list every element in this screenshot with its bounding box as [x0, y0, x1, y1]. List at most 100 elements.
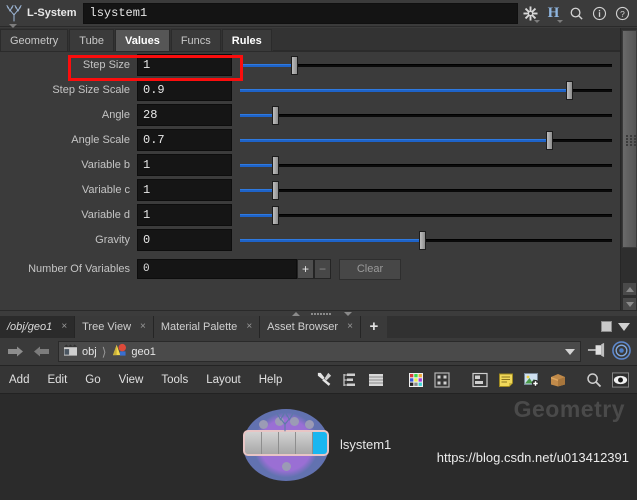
menu-tools[interactable]: Tools: [152, 366, 197, 394]
lsystem-tree-icon: [3, 2, 25, 28]
scroll-up-button[interactable]: [622, 282, 637, 296]
slider-thumb[interactable]: [545, 130, 553, 150]
node-body[interactable]: [243, 430, 329, 456]
menu-help[interactable]: Help: [250, 366, 292, 394]
search-icon[interactable]: [566, 3, 587, 24]
param-row-variable-d: Variable d 1: [0, 202, 620, 227]
param-slider-variable-d[interactable]: [240, 204, 612, 226]
param-row-angle-scale: Angle Scale 0.7: [0, 127, 620, 152]
grid-select-icon[interactable]: [431, 369, 453, 391]
tab-tube[interactable]: Tube: [69, 29, 114, 51]
pin-icon[interactable]: [587, 342, 606, 361]
slider-track: [240, 113, 612, 117]
search-icon[interactable]: [583, 369, 605, 391]
tab-funcs[interactable]: Funcs: [170, 29, 221, 51]
pane-tab-obj-geo1[interactable]: /obj/geo1 ×: [0, 315, 76, 338]
parameter-editor-pane: L-System lsystem1 H ? Geometry Tube Valu…: [0, 0, 637, 314]
param-slider-variable-c[interactable]: [240, 179, 612, 201]
breadcrumb-label: obj: [82, 345, 97, 358]
menu-view[interactable]: View: [110, 366, 153, 394]
number-of-variables-input[interactable]: 0: [137, 259, 297, 279]
operator-type-label: L-System: [27, 7, 77, 19]
target-icon[interactable]: [612, 340, 631, 363]
slider-thumb[interactable]: [272, 205, 280, 225]
back-arrow-icon[interactable]: [4, 341, 26, 363]
display-flag[interactable]: [313, 432, 327, 454]
param-input-step-size-scale[interactable]: 0.9: [137, 78, 232, 101]
package-icon[interactable]: [547, 369, 569, 391]
param-input-gravity[interactable]: 0: [137, 228, 232, 251]
network-canvas[interactable]: Geometry https://blog.csdn.net/u01341239…: [0, 394, 637, 500]
maximize-pane-icon[interactable]: [601, 321, 612, 332]
path-dropdown-button[interactable]: [560, 342, 580, 361]
param-input-variable-c[interactable]: 1: [137, 178, 232, 201]
houdini-h-icon[interactable]: H: [543, 3, 564, 24]
menu-go[interactable]: Go: [76, 366, 109, 394]
scroll-down-button[interactable]: [622, 297, 637, 311]
new-pane-tab-button[interactable]: +: [360, 315, 387, 338]
network-path-input[interactable]: obj ⟩ geo1: [58, 341, 581, 362]
info-icon[interactable]: [589, 3, 610, 24]
slider-track: [240, 188, 612, 192]
param-label: Step Size Scale: [52, 83, 130, 96]
close-icon[interactable]: ×: [61, 321, 67, 332]
param-slider-angle-scale[interactable]: [240, 129, 612, 151]
add-variable-button[interactable]: +: [297, 259, 314, 279]
forward-arrow-icon[interactable]: [30, 341, 52, 363]
param-label: Variable b: [81, 158, 130, 171]
list-icon[interactable]: [365, 369, 387, 391]
slider-thumb[interactable]: [290, 55, 298, 75]
param-slider-gravity[interactable]: [240, 229, 612, 251]
layout-boxes-icon[interactable]: [469, 369, 491, 391]
parameter-rows: Step Size 1 Step Size Scale 0.9 Angle 28…: [0, 52, 620, 295]
breadcrumb-geo1[interactable]: geo1: [111, 343, 156, 360]
remove-variable-button[interactable]: −: [314, 259, 331, 279]
slider-thumb[interactable]: [566, 80, 574, 100]
scrollbar-thumb[interactable]: [622, 30, 637, 248]
tools-icon[interactable]: [313, 369, 335, 391]
add-image-icon[interactable]: [521, 369, 543, 391]
menu-add[interactable]: Add: [0, 366, 38, 394]
pane-tab-material-palette[interactable]: Material Palette ×: [153, 315, 261, 338]
slider-thumb[interactable]: [272, 180, 280, 200]
clear-button[interactable]: Clear: [339, 258, 401, 280]
close-icon[interactable]: ×: [140, 321, 146, 332]
menu-edit[interactable]: Edit: [38, 366, 76, 394]
tab-values[interactable]: Values: [114, 29, 170, 51]
param-label: Number Of Variables: [28, 263, 130, 275]
hierarchy-icon[interactable]: [339, 369, 361, 391]
tab-rules[interactable]: Rules: [221, 29, 272, 51]
param-slider-angle[interactable]: [240, 104, 612, 126]
slider-thumb[interactable]: [419, 230, 427, 250]
pane-tab-asset-browser[interactable]: Asset Browser ×: [260, 315, 361, 338]
slider-thumb[interactable]: [272, 155, 280, 175]
close-icon[interactable]: ×: [246, 321, 252, 332]
eye-icon[interactable]: [609, 369, 631, 391]
parameter-scrollbar[interactable]: [620, 28, 637, 314]
menu-layout[interactable]: Layout: [197, 366, 250, 394]
param-slider-variable-b[interactable]: [240, 154, 612, 176]
tab-geometry[interactable]: Geometry: [0, 29, 69, 51]
slider-thumb[interactable]: [272, 105, 280, 125]
close-icon[interactable]: ×: [347, 321, 353, 332]
param-row-step-size: Step Size 1: [0, 52, 620, 77]
pane-menu-icon[interactable]: [618, 322, 630, 331]
color-palette-icon[interactable]: [405, 369, 427, 391]
node-segment: [262, 432, 279, 454]
param-input-angle[interactable]: 28: [137, 103, 232, 126]
lsystem-tree-icon: [274, 411, 296, 432]
tab-strip-filler: [272, 29, 637, 51]
gear-icon[interactable]: [520, 3, 541, 24]
sticky-note-icon[interactable]: [495, 369, 517, 391]
operator-name-input[interactable]: lsystem1: [82, 2, 518, 24]
pane-tab-tree-view[interactable]: Tree View ×: [75, 315, 154, 338]
param-slider-step-size[interactable]: [240, 54, 612, 76]
param-slider-step-size-scale[interactable]: [240, 79, 612, 101]
param-input-variable-d[interactable]: 1: [137, 203, 232, 226]
help-icon[interactable]: ?: [612, 3, 633, 24]
param-row-angle: Angle 28: [0, 102, 620, 127]
param-input-angle-scale[interactable]: 0.7: [137, 128, 232, 151]
param-input-variable-b[interactable]: 1: [137, 153, 232, 176]
breadcrumb-obj[interactable]: obj: [63, 343, 97, 360]
param-input-step-size[interactable]: 1: [137, 53, 232, 76]
